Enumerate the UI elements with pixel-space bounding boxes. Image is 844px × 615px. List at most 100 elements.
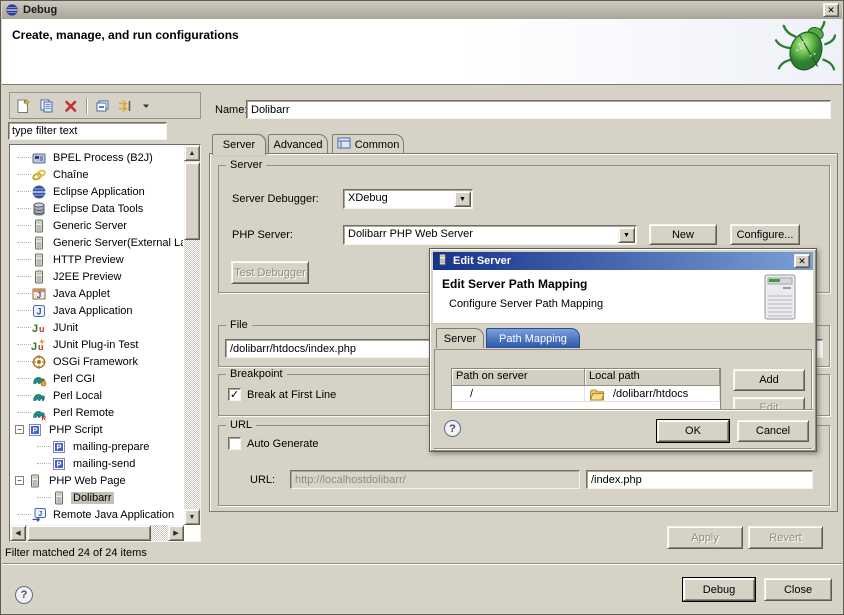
tree-item-perl-local[interactable]: Perl Local: [11, 387, 183, 404]
scroll-right-icon[interactable]: ▶: [168, 525, 184, 541]
tree-item-label: Generic Server(External La: [51, 237, 183, 249]
name-input[interactable]: [246, 100, 831, 119]
server-debugger-select[interactable]: XDebug ▼: [343, 189, 473, 209]
dialog-titlebar[interactable]: Edit Server ✕: [433, 252, 813, 270]
test-debugger-button[interactable]: Test Debugger: [231, 261, 309, 284]
tree-item-php-web-page[interactable]: − PHP Web Page: [11, 472, 183, 489]
configure-server-button[interactable]: Configure...: [730, 224, 800, 245]
perl-cgi-icon: [31, 371, 47, 387]
folder-icon: [589, 387, 605, 401]
php-server-select[interactable]: Dolibarr PHP Web Server ▼: [343, 225, 637, 245]
server-icon: [31, 235, 47, 251]
add-mapping-button[interactable]: Add: [733, 369, 805, 391]
tree-item-mailing-send[interactable]: Pmailing-send: [11, 455, 183, 472]
tree-item-remote-java-application[interactable]: JRemote Java Application: [11, 506, 183, 523]
server-debugger-label: Server Debugger:: [232, 193, 319, 205]
duplicate-config-icon[interactable]: [38, 97, 56, 115]
tree-item-java-applet[interactable]: JJava Applet: [11, 285, 183, 302]
server-icon: [31, 218, 47, 234]
tree-item-junit[interactable]: JuJUnit: [11, 319, 183, 336]
dialog-help-icon[interactable]: ?: [444, 420, 461, 437]
tree-item-generic-server[interactable]: Generic Server: [11, 217, 183, 234]
debug-button[interactable]: Debug: [683, 578, 755, 601]
config-tree: BPEL Process (B2J)ChaîneEclipse Applicat…: [9, 144, 201, 542]
delete-config-icon[interactable]: [62, 97, 80, 115]
collapse-expander-icon[interactable]: −: [15, 476, 24, 485]
tree-item-bpel-process-b2j-[interactable]: BPEL Process (B2J): [11, 149, 183, 166]
new-config-icon[interactable]: [14, 97, 32, 115]
revert-button[interactable]: Revert: [748, 526, 823, 549]
chevron-down-icon[interactable]: ▼: [454, 191, 471, 207]
column-path-on-server[interactable]: Path on server: [452, 369, 585, 386]
chevron-down-icon[interactable]: ▼: [618, 227, 635, 243]
name-label: Name:: [215, 104, 247, 116]
tree-item-label: Eclipse Data Tools: [51, 203, 145, 215]
dialog-tab-path-mapping[interactable]: Path Mapping: [486, 328, 580, 348]
window-close-button[interactable]: ✕: [823, 3, 839, 17]
tab-server[interactable]: Server: [212, 134, 266, 155]
tree-hscrollbar[interactable]: ◀ ▶: [10, 525, 184, 541]
main-tab-bar: Server Advanced Common: [212, 134, 832, 154]
java-applet-icon: J: [31, 286, 47, 302]
tree-item-php-script[interactable]: −P PHP Script: [11, 421, 183, 438]
dialog-header: Edit Server Path Mapping Configure Serve…: [433, 270, 813, 324]
svg-text:J: J: [37, 291, 41, 300]
ok-button[interactable]: OK: [657, 420, 729, 442]
filter-input[interactable]: [8, 122, 167, 140]
perl-icon: [31, 388, 47, 404]
tree-item-osgi-framework[interactable]: OSGi Framework: [11, 353, 183, 370]
tree-item-eclipse-data-tools[interactable]: Eclipse Data Tools: [11, 200, 183, 217]
mapping-row[interactable]: //dolibarr/htdocs: [452, 386, 720, 402]
junit-plugin-icon: Ju: [31, 337, 47, 353]
tree-item-eclipse-application[interactable]: Eclipse Application: [11, 183, 183, 200]
collapse-all-icon[interactable]: [93, 97, 111, 115]
vscroll-thumb[interactable]: [184, 162, 200, 240]
apply-button[interactable]: Apply: [667, 526, 743, 549]
new-server-button[interactable]: New: [649, 224, 717, 245]
tree-guide: [37, 446, 51, 447]
break-first-line-checkbox[interactable]: ✓: [228, 388, 241, 401]
dialog-tab-bar: Server Path Mapping: [436, 328, 806, 349]
dialog-tab-server[interactable]: Server: [436, 328, 484, 348]
menu-dropdown-icon[interactable]: [141, 97, 151, 115]
tree-item-dolibarr[interactable]: Dolibarr: [11, 489, 183, 506]
collapse-expander-icon[interactable]: −: [15, 425, 24, 434]
scroll-up-icon[interactable]: ▲: [184, 145, 200, 161]
tree-item-http-preview[interactable]: HTTP Preview: [11, 251, 183, 268]
tree-item-mailing-prepare[interactable]: Pmailing-prepare: [11, 438, 183, 455]
url-path-input[interactable]: [586, 470, 813, 489]
php-server-label: PHP Server:: [232, 229, 293, 241]
scroll-down-icon[interactable]: ▼: [184, 509, 200, 525]
svg-text:P: P: [32, 425, 37, 434]
tree-item-cha-ne[interactable]: Chaîne: [11, 166, 183, 183]
svg-text:P: P: [56, 459, 61, 468]
break-first-line-label: Break at First Line: [247, 389, 336, 401]
footer-separator: [2, 563, 842, 565]
tree-item-label: Perl Local: [51, 390, 104, 402]
tree-item-perl-cgi[interactable]: Perl CGI: [11, 370, 183, 387]
window-titlebar[interactable]: Debug ✕: [2, 1, 842, 19]
tree-vscrollbar[interactable]: ▲ ▼: [184, 145, 200, 525]
tree-item-java-application[interactable]: JJava Application: [11, 302, 183, 319]
filter-options-icon[interactable]: [117, 97, 135, 115]
banner-title: Create, manage, and run configurations: [12, 28, 239, 42]
help-icon[interactable]: ?: [15, 586, 33, 604]
server-tower-icon: [763, 274, 797, 323]
scroll-left-icon[interactable]: ◀: [10, 525, 26, 541]
cancel-button[interactable]: Cancel: [737, 420, 809, 442]
tree-item-label: PHP Web Page: [47, 475, 128, 487]
tree-item-j2ee-preview[interactable]: J2EE Preview: [11, 268, 183, 285]
tab-common[interactable]: Common: [332, 134, 404, 154]
dialog-close-button[interactable]: ✕: [794, 254, 810, 268]
hscroll-thumb[interactable]: [27, 525, 151, 541]
tree-item-generic-server-external-la[interactable]: Generic Server(External La: [11, 234, 183, 251]
dialog-title: Edit Server: [453, 255, 794, 267]
tree-guide: [17, 174, 31, 175]
close-button[interactable]: Close: [764, 578, 832, 601]
tree-item-label: PHP Script: [47, 424, 105, 436]
tree-item-junit-plug-in-test[interactable]: JuJUnit Plug-in Test: [11, 336, 183, 353]
tab-advanced[interactable]: Advanced: [268, 134, 328, 154]
column-local-path[interactable]: Local path: [585, 369, 720, 386]
auto-generate-checkbox[interactable]: [228, 437, 241, 450]
tree-item-perl-remote[interactable]: RPerl Remote: [11, 404, 183, 421]
